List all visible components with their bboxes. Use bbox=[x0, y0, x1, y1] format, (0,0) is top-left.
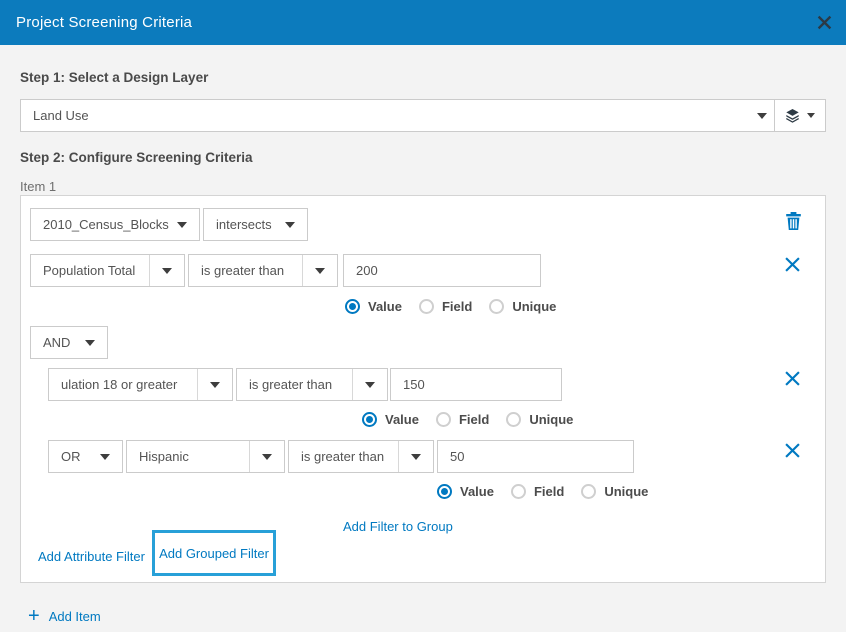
radio-value[interactable]: Value bbox=[437, 484, 494, 499]
chevron-down-icon bbox=[210, 382, 220, 388]
filter1-operator-dropdown[interactable]: is greater than bbox=[188, 254, 338, 287]
filter3-mode-radios: Value Field Unique bbox=[437, 484, 648, 499]
chevron-down-icon bbox=[85, 340, 95, 346]
filter3-value-input[interactable] bbox=[437, 440, 634, 473]
radio-unselected-icon[interactable] bbox=[436, 412, 451, 427]
step2-label: Step 2: Configure Screening Criteria bbox=[20, 150, 253, 165]
add-grouped-filter-link[interactable]: Add Grouped Filter bbox=[159, 546, 269, 561]
filter2-operator-value: is greater than bbox=[237, 377, 352, 392]
layers-dropdown-button[interactable] bbox=[775, 100, 825, 131]
radio-unselected-icon[interactable] bbox=[506, 412, 521, 427]
radio-unselected-icon[interactable] bbox=[489, 299, 504, 314]
radio-field[interactable]: Field bbox=[436, 412, 489, 427]
close-icon[interactable] bbox=[815, 14, 833, 32]
filter-layer-dropdown[interactable]: 2010_Census_Blocks bbox=[30, 208, 200, 241]
radio-field[interactable]: Field bbox=[419, 299, 472, 314]
remove-filter1-button[interactable] bbox=[784, 256, 800, 272]
delete-item-button[interactable] bbox=[784, 211, 802, 230]
radio-unique[interactable]: Unique bbox=[489, 299, 556, 314]
dialog-header: Project Screening Criteria bbox=[0, 0, 846, 45]
design-layer-select[interactable]: Land Use bbox=[20, 99, 826, 132]
radio-unique[interactable]: Unique bbox=[506, 412, 573, 427]
add-filter-to-group-link[interactable]: Add Filter to Group bbox=[343, 519, 453, 534]
filter1-field-dropdown[interactable]: Population Total bbox=[30, 254, 185, 287]
chevron-down-icon bbox=[162, 268, 172, 274]
filter1-field-value: Population Total bbox=[31, 263, 149, 278]
radio-value[interactable]: Value bbox=[362, 412, 419, 427]
filter1-operator-arrow[interactable] bbox=[302, 255, 337, 286]
radio-unselected-icon[interactable] bbox=[511, 484, 526, 499]
chevron-down-icon bbox=[285, 222, 295, 228]
layers-icon bbox=[785, 108, 800, 123]
filter-layer-value: 2010_Census_Blocks bbox=[31, 217, 169, 232]
add-grouped-filter-highlight: Add Grouped Filter bbox=[152, 530, 276, 576]
radio-selected-icon[interactable] bbox=[437, 484, 452, 499]
dialog-title: Project Screening Criteria bbox=[0, 14, 192, 31]
filter1-value-input[interactable] bbox=[343, 254, 541, 287]
item-title: Item 1 bbox=[20, 179, 56, 194]
add-item-label: Add Item bbox=[49, 609, 101, 624]
filter1-mode-radios: Value Field Unique bbox=[345, 299, 556, 314]
radio-unique[interactable]: Unique bbox=[581, 484, 648, 499]
radio-value[interactable]: Value bbox=[345, 299, 402, 314]
filter2-operator-dropdown[interactable]: is greater than bbox=[236, 368, 388, 401]
filter3-logic-dropdown[interactable]: OR bbox=[48, 440, 123, 473]
spatial-operator-dropdown[interactable]: intersects bbox=[203, 208, 308, 241]
chevron-down-icon bbox=[100, 454, 110, 460]
design-layer-select-value: Land Use bbox=[21, 108, 757, 123]
filter2-mode-radios: Value Field Unique bbox=[362, 412, 573, 427]
chevron-down-icon bbox=[807, 113, 815, 118]
chevron-down-icon bbox=[411, 454, 421, 460]
filter2-value-input[interactable] bbox=[390, 368, 562, 401]
filter2-logic-value: AND bbox=[31, 335, 77, 350]
step1-label: Step 1: Select a Design Layer bbox=[20, 70, 208, 85]
filter1-operator-value: is greater than bbox=[189, 263, 302, 278]
chevron-down-icon bbox=[757, 113, 767, 119]
filter3-operator-arrow[interactable] bbox=[398, 441, 433, 472]
filter2-field-value: ulation 18 or greater bbox=[49, 377, 197, 392]
filter2-logic-dropdown[interactable]: AND bbox=[30, 326, 108, 359]
radio-selected-icon[interactable] bbox=[345, 299, 360, 314]
screening-item-panel: 2010_Census_Blocks intersects Population… bbox=[20, 195, 826, 583]
filter1-field-arrow[interactable] bbox=[149, 255, 184, 286]
close-icon bbox=[785, 443, 800, 458]
chevron-down-icon bbox=[262, 454, 272, 460]
radio-selected-icon[interactable] bbox=[362, 412, 377, 427]
close-icon bbox=[785, 371, 800, 386]
remove-filter2-button[interactable] bbox=[784, 370, 800, 386]
filter3-field-arrow[interactable] bbox=[249, 441, 284, 472]
chevron-down-icon bbox=[365, 382, 375, 388]
radio-unselected-icon[interactable] bbox=[419, 299, 434, 314]
chevron-down-icon bbox=[315, 268, 325, 274]
filter3-operator-value: is greater than bbox=[289, 449, 398, 464]
radio-field[interactable]: Field bbox=[511, 484, 564, 499]
add-item-button[interactable]: + Add Item bbox=[28, 606, 101, 626]
trash-icon bbox=[785, 212, 802, 230]
close-icon bbox=[785, 257, 800, 272]
filter2-operator-arrow[interactable] bbox=[352, 369, 387, 400]
filter3-logic-value: OR bbox=[49, 449, 92, 464]
remove-filter3-button[interactable] bbox=[784, 442, 800, 458]
plus-icon: + bbox=[28, 606, 40, 626]
filter3-field-value: Hispanic bbox=[127, 449, 249, 464]
filter3-operator-dropdown[interactable]: is greater than bbox=[288, 440, 434, 473]
filter2-field-arrow[interactable] bbox=[197, 369, 232, 400]
spatial-operator-value: intersects bbox=[204, 217, 277, 232]
radio-unselected-icon[interactable] bbox=[581, 484, 596, 499]
filter2-field-dropdown[interactable]: ulation 18 or greater bbox=[48, 368, 233, 401]
filter3-field-dropdown[interactable]: Hispanic bbox=[126, 440, 285, 473]
add-attribute-filter-link[interactable]: Add Attribute Filter bbox=[38, 549, 145, 564]
chevron-down-icon bbox=[177, 222, 187, 228]
